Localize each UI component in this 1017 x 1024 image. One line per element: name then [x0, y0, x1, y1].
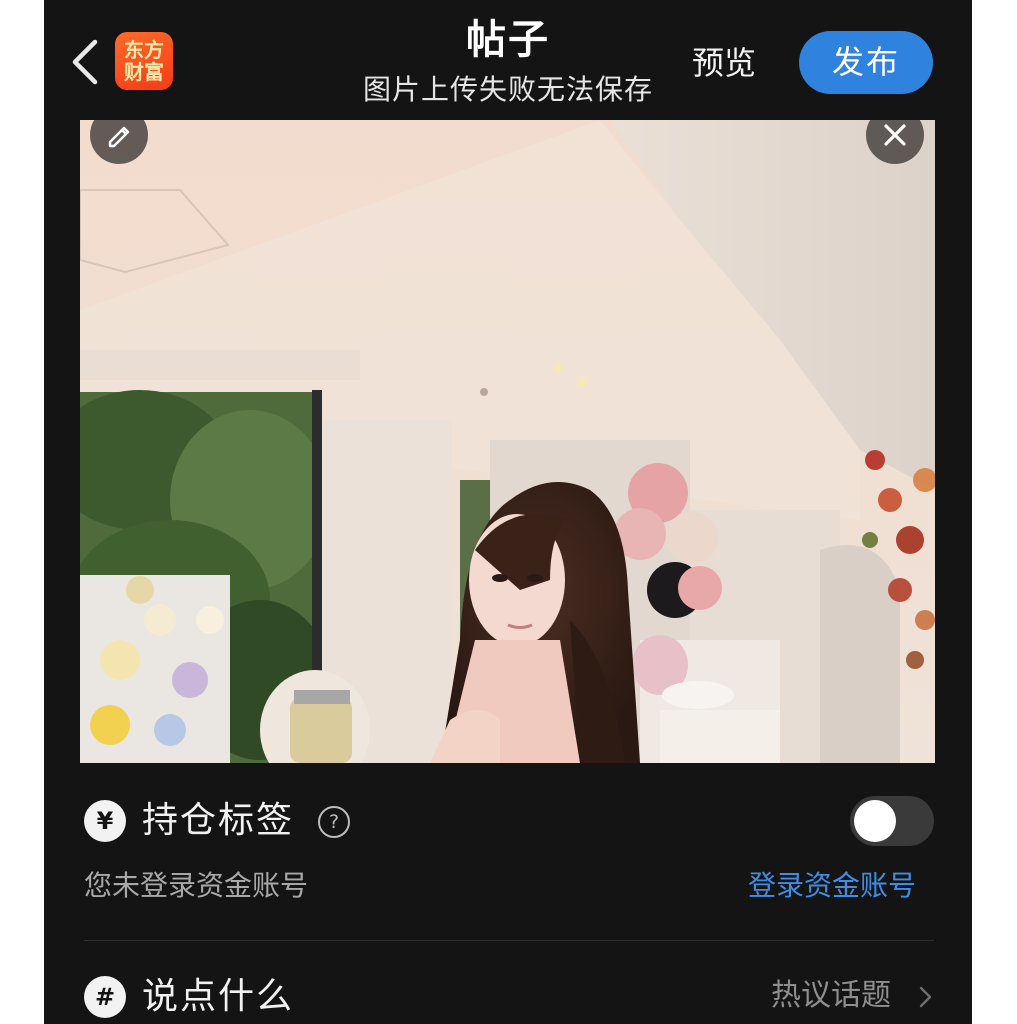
- help-icon[interactable]: ?: [318, 806, 350, 838]
- app-logo-line2: 财富: [124, 60, 164, 84]
- pencil-icon: [108, 126, 130, 148]
- section-divider: [84, 940, 934, 941]
- title-block: 帖子 图片上传失败无法保存: [308, 14, 708, 110]
- preview-button[interactable]: 预览: [684, 38, 764, 88]
- app-logo-line1: 东方: [124, 38, 164, 62]
- login-fund-account-link[interactable]: 登录资金账号: [748, 866, 916, 906]
- login-hint-text: 您未登录资金账号: [84, 869, 309, 902]
- holding-tag-label: 持仓标签: [142, 800, 295, 841]
- publish-button[interactable]: 发布: [799, 31, 933, 94]
- page-title: 帖子: [466, 17, 550, 63]
- yen-icon: ¥: [84, 800, 126, 842]
- chevron-left-icon: [72, 39, 98, 85]
- phone-screen: 东方 财富 帖子 图片上传失败无法保存 预览 发布 ¥ 持仓标签 ? 您未登录资…: [44, 0, 972, 1024]
- chevron-right-icon: [919, 986, 932, 1008]
- app-logo[interactable]: 东方 财富: [115, 32, 173, 90]
- attached-photo[interactable]: [80, 120, 935, 763]
- say-something-label[interactable]: 说点什么: [142, 973, 294, 1021]
- back-button[interactable]: [66, 36, 102, 88]
- upload-error-message: 图片上传失败无法保存: [362, 73, 653, 106]
- holding-tag-toggle[interactable]: [850, 796, 934, 846]
- top-nav-bar: 东方 财富 帖子 图片上传失败无法保存 预览 发布: [44, 0, 972, 118]
- hashtag-icon: #: [84, 976, 126, 1018]
- hot-topics-link[interactable]: 热议话题: [771, 975, 891, 1017]
- toggle-knob: [854, 800, 896, 842]
- close-icon: [884, 124, 906, 146]
- photo-image: [80, 120, 935, 763]
